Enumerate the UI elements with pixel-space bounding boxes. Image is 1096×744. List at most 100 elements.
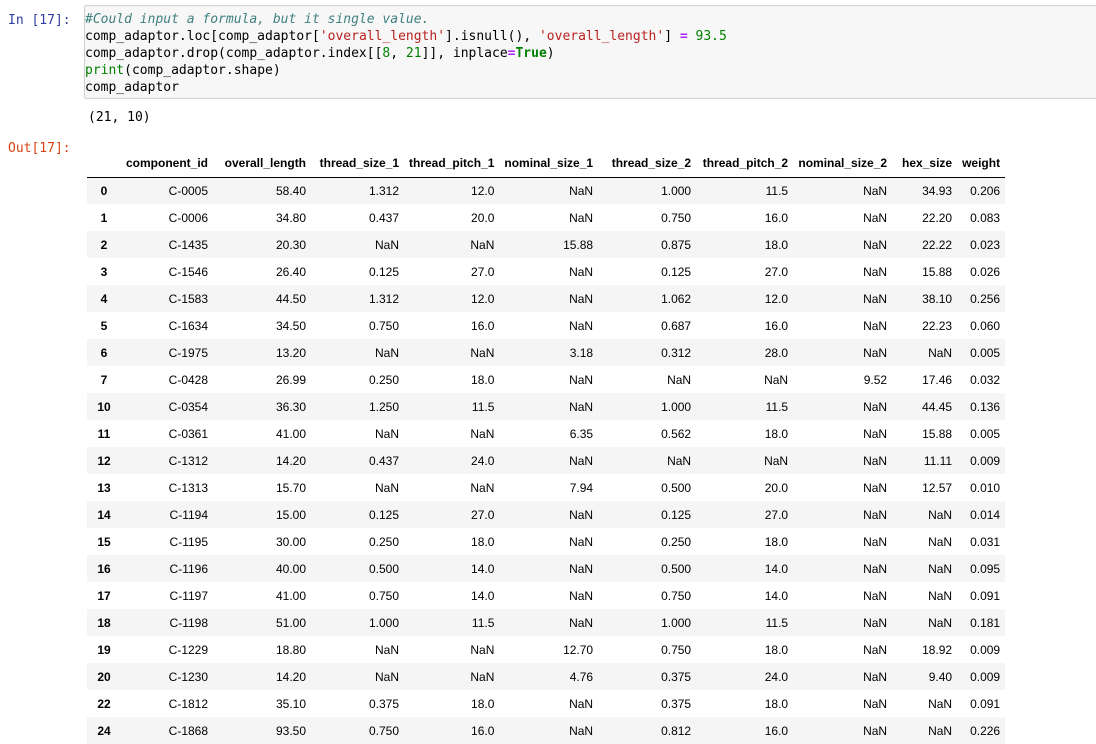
table-cell: NaN [375,237,400,252]
table-row: 10 C-0354 36.30 1.250 11.5 NaN 1.000 11.5 NaN 44.… [87,393,1006,420]
table-cell: 0.437 [368,210,400,225]
table-cell: 0.060 [970,318,1001,333]
row-index: 1 [100,210,108,225]
table-row: 20 C-1230 14.20 NaN NaN 4.76 0.375 24.0 NaN 9.40 0… [87,663,1006,690]
table-cell: 0.010 [970,480,1001,495]
table-cell: NaN [863,210,888,225]
table-cell: 26.99 [275,372,307,387]
table-cell: 0.812 [661,723,692,738]
table-cell: 0.206 [970,183,1001,198]
table-cell: 14.20 [275,669,307,684]
table-cell: NaN [470,345,495,360]
row-index: 12 [97,453,111,468]
table-cell: NaN [863,696,888,711]
table-cell: NaN [863,669,888,684]
table-cell: 3.18 [569,345,594,360]
table-cell: C-0361 [168,426,209,441]
table-cell: NaN [928,561,953,576]
table-cell: 0.250 [368,534,400,549]
table-cell: 41.00 [275,588,307,603]
table-cell: 0.083 [970,210,1001,225]
table-cell: 28.0 [764,345,789,360]
table-row: 2 C-1435 20.30 NaN NaN 15.88 0.875 18.0 NaN 22.22… [87,231,1006,258]
column-header: hex_size [892,150,958,178]
table-cell: 0.091 [970,588,1001,603]
table-cell: NaN [569,534,594,549]
table-cell: NaN [863,291,888,306]
table-row: 0 C-0005 58.40 1.312 12.0 NaN 1.000 11.5 NaN 34.9… [87,177,1006,204]
table-cell: 0.500 [661,480,692,495]
table-cell: NaN [928,345,953,360]
table-cell: 38.10 [922,291,953,306]
table-cell: 15.88 [922,426,953,441]
table-cell: NaN [569,291,594,306]
table-row: 11 C-0361 41.00 NaN NaN 6.35 0.562 18.0 NaN 15.88… [87,420,1005,447]
table-cell: 0.312 [661,345,692,360]
table-cell: 0.023 [970,237,1001,252]
table-cell: 93.50 [275,723,307,738]
table-cell: 0.009 [970,453,1001,468]
code-text[interactable]: #Could input a formula, but it single va… [85,11,727,96]
table-cell: 0.375 [368,696,400,711]
table-cell: C-1229 [168,642,209,657]
table-cell: NaN [863,345,888,360]
table-cell: 15.70 [275,480,307,495]
table-row: 24 C-1868 93.50 0.750 16.0 NaN 0.812 16.0 NaN NaN… [87,717,1006,744]
table-cell: 36.30 [275,399,307,414]
table-cell: NaN [863,237,888,252]
table-cell: 1.000 [661,399,692,414]
row-index: 17 [97,588,111,603]
table-cell: 0.136 [970,399,1001,414]
table-cell: 20.0 [471,210,495,225]
table-cell: NaN [569,399,594,414]
row-index: 4 [100,291,108,306]
table-row: 14 C-1194 15.00 0.125 27.0 NaN 0.125 27.0 NaN NaN… [87,501,1006,528]
table-cell: 51.00 [275,615,307,630]
column-header: thread_size_2 [598,150,697,178]
table-cell: 1.000 [661,183,692,198]
table-cell: 0.125 [368,264,400,279]
table-cell: 14.0 [764,588,789,603]
table-cell: 0.125 [661,507,692,522]
code-comment: #Could input a formula, but it single va… [85,12,430,27]
table-cell: 0.032 [970,372,1001,387]
table-cell: NaN [375,345,400,360]
stdout-text: (21, 10) [88,110,151,125]
table-cell: 12.0 [764,291,789,306]
table-cell: 27.0 [764,507,789,522]
table-row: 22 C-1812 35.10 0.375 18.0 NaN 0.375 18.0 NaN NaN… [87,690,1005,717]
table-cell: C-1230 [168,669,209,684]
table-cell: NaN [863,507,888,522]
table-cell: NaN [569,696,594,711]
table-cell: 1.312 [368,291,400,306]
table-cell: 15.88 [922,264,953,279]
table-cell: 0.500 [661,561,692,576]
table-cell: 27.0 [764,264,789,279]
table-cell: 11.5 [765,615,789,630]
table-cell: NaN [569,372,594,387]
column-header: component_id [121,150,214,178]
row-index: 18 [97,615,111,630]
table-cell: 34.80 [275,210,307,225]
table-row: 15 C-1195 30.00 0.250 18.0 NaN 0.250 18.0 NaN NaN… [87,528,1005,555]
table-cell: NaN [569,453,594,468]
table-cell: 14.20 [275,453,307,468]
table-cell: NaN [928,696,953,711]
table-cell: NaN [863,264,888,279]
table-cell: 24.0 [471,453,495,468]
table-cell: 14.0 [471,561,495,576]
table-cell: C-1583 [168,291,209,306]
index-header [87,150,121,178]
table-cell: 18.80 [275,642,307,657]
table-cell: 18.0 [471,372,495,387]
table-cell: 14.0 [764,561,789,576]
table-cell: 44.45 [922,399,953,414]
table-cell: NaN [375,642,400,657]
row-index: 16 [97,561,111,576]
row-index: 19 [97,642,111,657]
table-cell: 22.22 [922,237,953,252]
table-cell: 9.52 [863,372,888,387]
table-cell: 11.11 [923,453,953,468]
table-cell: 44.50 [275,291,307,306]
table-cell: NaN [569,588,594,603]
